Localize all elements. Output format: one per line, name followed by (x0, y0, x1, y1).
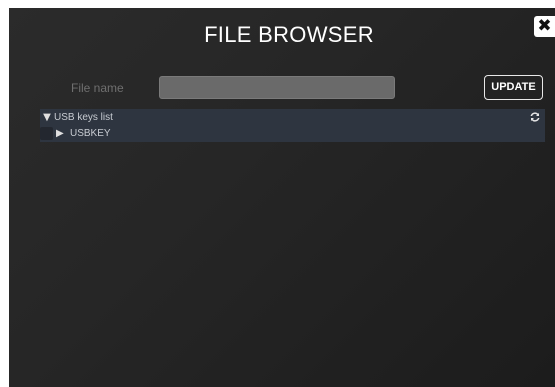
refresh-icon[interactable] (529, 111, 541, 123)
filename-input[interactable] (159, 76, 395, 99)
close-icon: ✖ (537, 16, 552, 36)
usb-keys-tree: ▼ USB keys list ▶ USBKEY (40, 109, 545, 142)
item-checkbox[interactable] (40, 127, 53, 140)
tree-item-usbkey[interactable]: ▶ USBKEY (40, 127, 545, 141)
file-browser-dialog: FILE BROWSER File name UPDATE ▼ USB keys … (9, 8, 555, 387)
dialog-title: FILE BROWSER (204, 22, 374, 47)
close-button[interactable]: ✖ (534, 16, 555, 37)
tree-item-label[interactable]: USBKEY (70, 127, 111, 141)
tree-header-label: USB keys list (54, 112, 113, 123)
caret-down-icon[interactable]: ▼ (40, 111, 54, 125)
tree-header[interactable]: ▼ USB keys list (40, 111, 113, 125)
update-button[interactable]: UPDATE (484, 75, 543, 100)
filename-label: File name (71, 81, 124, 95)
caret-right-icon[interactable]: ▶ (56, 127, 64, 141)
